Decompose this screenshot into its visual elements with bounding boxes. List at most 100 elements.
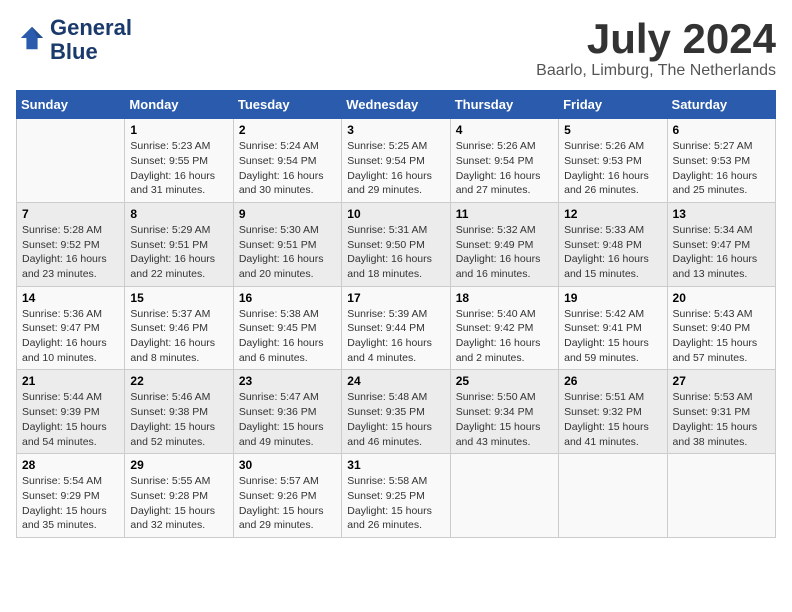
day-number: 7 <box>22 207 119 221</box>
day-detail: Sunrise: 5:31 AMSunset: 9:50 PMDaylight:… <box>347 223 444 282</box>
day-detail: Sunrise: 5:27 AMSunset: 9:53 PMDaylight:… <box>673 139 770 198</box>
calendar-body: 1 Sunrise: 5:23 AMSunset: 9:55 PMDaylight… <box>17 119 776 538</box>
day-detail: Sunrise: 5:47 AMSunset: 9:36 PMDaylight:… <box>239 390 336 449</box>
title-block: July 2024 Baarlo, Limburg, The Netherlan… <box>536 16 776 80</box>
day-cell: 31Sunrise: 5:58 AMSunset: 9:25 PMDayligh… <box>342 454 450 538</box>
day-detail: Sunrise: 5:38 AMSunset: 9:45 PMDaylight:… <box>239 307 336 366</box>
day-number: 29 <box>130 458 227 472</box>
day-cell <box>667 454 775 538</box>
header-sunday: Sunday <box>17 91 125 119</box>
day-detail: Sunrise: 5:39 AMSunset: 9:44 PMDaylight:… <box>347 307 444 366</box>
day-cell: 11Sunrise: 5:32 AMSunset: 9:49 PMDayligh… <box>450 202 558 286</box>
day-cell: 15 Sunrise: 5:37 AMSunset: 9:46 PMDayligh… <box>125 286 233 370</box>
day-cell: 17 Sunrise: 5:39 AMSunset: 9:44 PMDayligh… <box>342 286 450 370</box>
day-number: 15 <box>130 291 227 305</box>
day-detail: Sunrise: 5:54 AMSunset: 9:29 PMDaylight:… <box>22 474 119 533</box>
week-row-3: 14Sunrise: 5:36 AMSunset: 9:47 PMDayligh… <box>17 286 776 370</box>
week-row-5: 28Sunrise: 5:54 AMSunset: 9:29 PMDayligh… <box>17 454 776 538</box>
header-tuesday: Tuesday <box>233 91 341 119</box>
day-detail: Sunrise: 5:50 AMSunset: 9:34 PMDaylight:… <box>456 390 553 449</box>
day-detail: Sunrise: 5:30 AMSunset: 9:51 PMDaylight:… <box>239 223 336 282</box>
header-friday: Friday <box>559 91 667 119</box>
day-cell: 24 Sunrise: 5:48 AMSunset: 9:35 PMDayligh… <box>342 370 450 454</box>
header-wednesday: Wednesday <box>342 91 450 119</box>
day-cell: 10 Sunrise: 5:31 AMSunset: 9:50 PMDayligh… <box>342 202 450 286</box>
page-header: General Blue July 2024 Baarlo, Limburg, … <box>16 16 776 80</box>
day-cell: 16 Sunrise: 5:38 AMSunset: 9:45 PMDayligh… <box>233 286 341 370</box>
header-monday: Monday <box>125 91 233 119</box>
day-number: 11 <box>456 207 553 221</box>
week-row-2: 7 Sunrise: 5:28 AMSunset: 9:52 PMDaylight… <box>17 202 776 286</box>
day-number: 17 <box>347 291 444 305</box>
calendar-header-row: SundayMondayTuesdayWednesdayThursdayFrid… <box>17 91 776 119</box>
day-detail: Sunrise: 5:23 AMSunset: 9:55 PMDaylight:… <box>130 139 227 198</box>
day-number: 21 <box>22 374 119 388</box>
day-number: 5 <box>564 123 661 137</box>
day-cell: 5 Sunrise: 5:26 AMSunset: 9:53 PMDaylight… <box>559 119 667 203</box>
day-number: 31 <box>347 458 444 472</box>
day-number: 13 <box>673 207 770 221</box>
day-number: 27 <box>673 374 770 388</box>
day-cell: 6 Sunrise: 5:27 AMSunset: 9:53 PMDaylight… <box>667 119 775 203</box>
day-detail: Sunrise: 5:42 AMSunset: 9:41 PMDaylight:… <box>564 307 661 366</box>
day-cell: 22Sunrise: 5:46 AMSunset: 9:38 PMDayligh… <box>125 370 233 454</box>
day-detail: Sunrise: 5:53 AMSunset: 9:31 PMDaylight:… <box>673 390 770 449</box>
day-number: 8 <box>130 207 227 221</box>
day-detail: Sunrise: 5:44 AMSunset: 9:39 PMDaylight:… <box>22 390 119 449</box>
day-cell: 23 Sunrise: 5:47 AMSunset: 9:36 PMDayligh… <box>233 370 341 454</box>
day-number: 19 <box>564 291 661 305</box>
day-cell: 14Sunrise: 5:36 AMSunset: 9:47 PMDayligh… <box>17 286 125 370</box>
day-detail: Sunrise: 5:26 AMSunset: 9:54 PMDaylight:… <box>456 139 553 198</box>
day-cell: 2Sunrise: 5:24 AMSunset: 9:54 PMDaylight… <box>233 119 341 203</box>
day-number: 6 <box>673 123 770 137</box>
day-number: 16 <box>239 291 336 305</box>
day-number: 4 <box>456 123 553 137</box>
day-detail: Sunrise: 5:37 AMSunset: 9:46 PMDaylight:… <box>130 307 227 366</box>
day-number: 12 <box>564 207 661 221</box>
day-detail: Sunrise: 5:26 AMSunset: 9:53 PMDaylight:… <box>564 139 661 198</box>
day-number: 24 <box>347 374 444 388</box>
day-cell: 20 Sunrise: 5:43 AMSunset: 9:40 PMDayligh… <box>667 286 775 370</box>
week-row-1: 1 Sunrise: 5:23 AMSunset: 9:55 PMDaylight… <box>17 119 776 203</box>
day-detail: Sunrise: 5:48 AMSunset: 9:35 PMDaylight:… <box>347 390 444 449</box>
day-cell: 19 Sunrise: 5:42 AMSunset: 9:41 PMDayligh… <box>559 286 667 370</box>
week-row-4: 21 Sunrise: 5:44 AMSunset: 9:39 PMDayligh… <box>17 370 776 454</box>
day-number: 26 <box>564 374 661 388</box>
day-number: 2 <box>239 123 336 137</box>
day-cell: 8Sunrise: 5:29 AMSunset: 9:51 PMDaylight… <box>125 202 233 286</box>
day-cell: 18Sunrise: 5:40 AMSunset: 9:42 PMDayligh… <box>450 286 558 370</box>
day-cell: 21 Sunrise: 5:44 AMSunset: 9:39 PMDayligh… <box>17 370 125 454</box>
day-cell: 9 Sunrise: 5:30 AMSunset: 9:51 PMDaylight… <box>233 202 341 286</box>
day-cell: 3 Sunrise: 5:25 AMSunset: 9:54 PMDaylight… <box>342 119 450 203</box>
day-number: 3 <box>347 123 444 137</box>
day-detail: Sunrise: 5:51 AMSunset: 9:32 PMDaylight:… <box>564 390 661 449</box>
day-cell: 30Sunrise: 5:57 AMSunset: 9:26 PMDayligh… <box>233 454 341 538</box>
day-cell: 26 Sunrise: 5:51 AMSunset: 9:32 PMDayligh… <box>559 370 667 454</box>
day-number: 14 <box>22 291 119 305</box>
header-saturday: Saturday <box>667 91 775 119</box>
day-number: 25 <box>456 374 553 388</box>
day-detail: Sunrise: 5:25 AMSunset: 9:54 PMDaylight:… <box>347 139 444 198</box>
day-cell: 13 Sunrise: 5:34 AMSunset: 9:47 PMDayligh… <box>667 202 775 286</box>
day-cell: 4 Sunrise: 5:26 AMSunset: 9:54 PMDaylight… <box>450 119 558 203</box>
day-number: 20 <box>673 291 770 305</box>
day-number: 23 <box>239 374 336 388</box>
day-number: 10 <box>347 207 444 221</box>
day-detail: Sunrise: 5:43 AMSunset: 9:40 PMDaylight:… <box>673 307 770 366</box>
day-number: 18 <box>456 291 553 305</box>
day-detail: Sunrise: 5:28 AMSunset: 9:52 PMDaylight:… <box>22 223 119 282</box>
day-number: 9 <box>239 207 336 221</box>
day-cell: 28Sunrise: 5:54 AMSunset: 9:29 PMDayligh… <box>17 454 125 538</box>
day-cell: 7 Sunrise: 5:28 AMSunset: 9:52 PMDaylight… <box>17 202 125 286</box>
day-detail: Sunrise: 5:34 AMSunset: 9:47 PMDaylight:… <box>673 223 770 282</box>
day-cell <box>559 454 667 538</box>
logo: General Blue <box>16 16 132 64</box>
logo-icon <box>18 24 46 52</box>
day-number: 1 <box>130 123 227 137</box>
day-cell <box>450 454 558 538</box>
day-number: 30 <box>239 458 336 472</box>
day-cell <box>17 119 125 203</box>
header-thursday: Thursday <box>450 91 558 119</box>
calendar-table: SundayMondayTuesdayWednesdayThursdayFrid… <box>16 90 776 538</box>
day-cell: 29Sunrise: 5:55 AMSunset: 9:28 PMDayligh… <box>125 454 233 538</box>
